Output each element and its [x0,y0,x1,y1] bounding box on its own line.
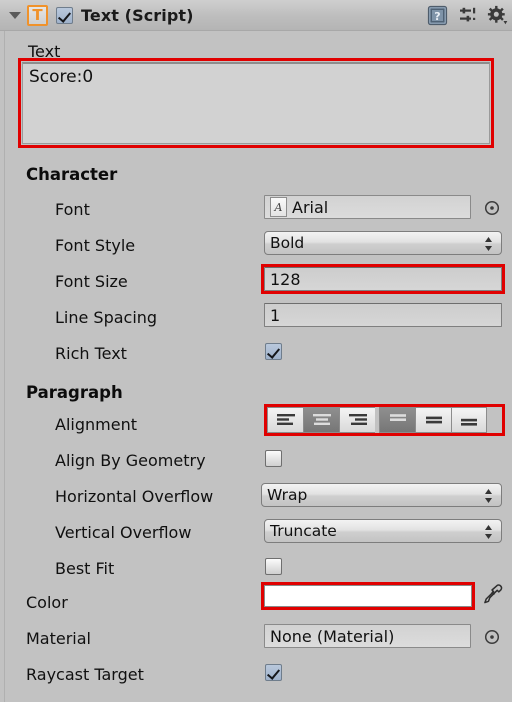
header-icon-group: ? [427,0,508,30]
row-best-fit: Best Fit [0,551,512,585]
align-by-geometry-label: Align By Geometry [55,450,206,470]
horizontal-overflow-value: Wrap [267,486,308,504]
best-fit-label: Best Fit [55,558,115,578]
script-icon: T [27,4,48,26]
best-fit-checkbox[interactable] [265,558,282,575]
font-value: Arial [292,197,329,217]
rich-text-label: Rich Text [55,343,127,363]
help-book-icon[interactable]: ? [427,5,448,26]
foldout-arrow-icon[interactable] [4,0,26,30]
component-header[interactable]: T Text (Script) ? [0,0,512,31]
font-style-dropdown[interactable]: Bold [264,231,502,255]
align-center-icon [312,414,331,425]
alignment-button-group [267,407,487,433]
align-top-icon [389,414,406,421]
horizontal-overflow-label: Horizontal Overflow [55,486,214,506]
inspector-panel: T Text (Script) ? Text Score:0 Character… [0,0,512,702]
vertical-overflow-dropdown[interactable]: Truncate [264,519,502,543]
row-rich-text: Rich Text [0,336,512,370]
row-raycast-target: Raycast Target [0,657,512,691]
line-spacing-label: Line Spacing [55,307,158,327]
font-asset-icon: A [270,197,287,217]
font-object-picker-icon[interactable] [484,200,500,220]
row-paragraph-header: Paragraph [0,375,512,409]
raycast-target-checkbox[interactable] [265,664,282,681]
align-bottom-icon [461,418,477,426]
align-right-button[interactable] [339,407,375,433]
vertical-overflow-value: Truncate [270,522,337,540]
svg-text:?: ? [434,10,440,23]
line-spacing-input[interactable]: 1 [264,303,502,327]
chevron-updown-icon [485,237,492,251]
rich-text-checkbox[interactable] [265,343,282,360]
material-object-field[interactable]: None (Material) [264,624,471,648]
text-input[interactable]: Score:0 [22,62,490,144]
material-label: Material [26,628,91,648]
alignment-label: Alignment [55,414,137,434]
component-title: Text (Script) [81,5,194,25]
eyedropper-icon[interactable] [478,582,504,608]
chevron-updown-icon [485,489,492,503]
horizontal-overflow-dropdown[interactable]: Wrap [261,483,502,507]
gear-icon[interactable] [487,5,508,26]
vertical-overflow-label: Vertical Overflow [55,522,192,542]
font-object-field[interactable]: A Arial [264,195,471,219]
color-label: Color [26,592,68,612]
align-center-button[interactable] [303,407,339,433]
material-object-picker-icon[interactable] [484,629,500,649]
align-middle-button[interactable] [415,407,451,433]
row-character-header: Character [0,157,512,191]
row-align-by-geometry: Align By Geometry [0,443,512,477]
color-swatch[interactable] [264,585,472,607]
font-style-value: Bold [270,234,305,252]
align-left-icon [276,414,295,425]
align-left-button[interactable] [267,407,303,433]
font-label: Font [55,199,90,219]
align-bottom-button[interactable] [451,407,487,433]
raycast-target-label: Raycast Target [26,664,144,684]
align-middle-icon [425,416,442,424]
paragraph-section-header: Paragraph [26,382,123,402]
align-right-icon [348,414,367,425]
font-size-label: Font Size [55,271,128,291]
character-section-header: Character [26,164,118,184]
preset-icon[interactable] [457,5,478,26]
component-enabled-checkbox[interactable] [56,6,73,24]
chevron-updown-icon [485,525,492,539]
align-by-geometry-checkbox[interactable] [265,450,282,467]
align-top-button[interactable] [379,407,415,433]
text-label: Text [28,41,61,61]
font-size-input[interactable]: 128 [264,267,502,291]
font-style-label: Font Style [55,235,136,255]
